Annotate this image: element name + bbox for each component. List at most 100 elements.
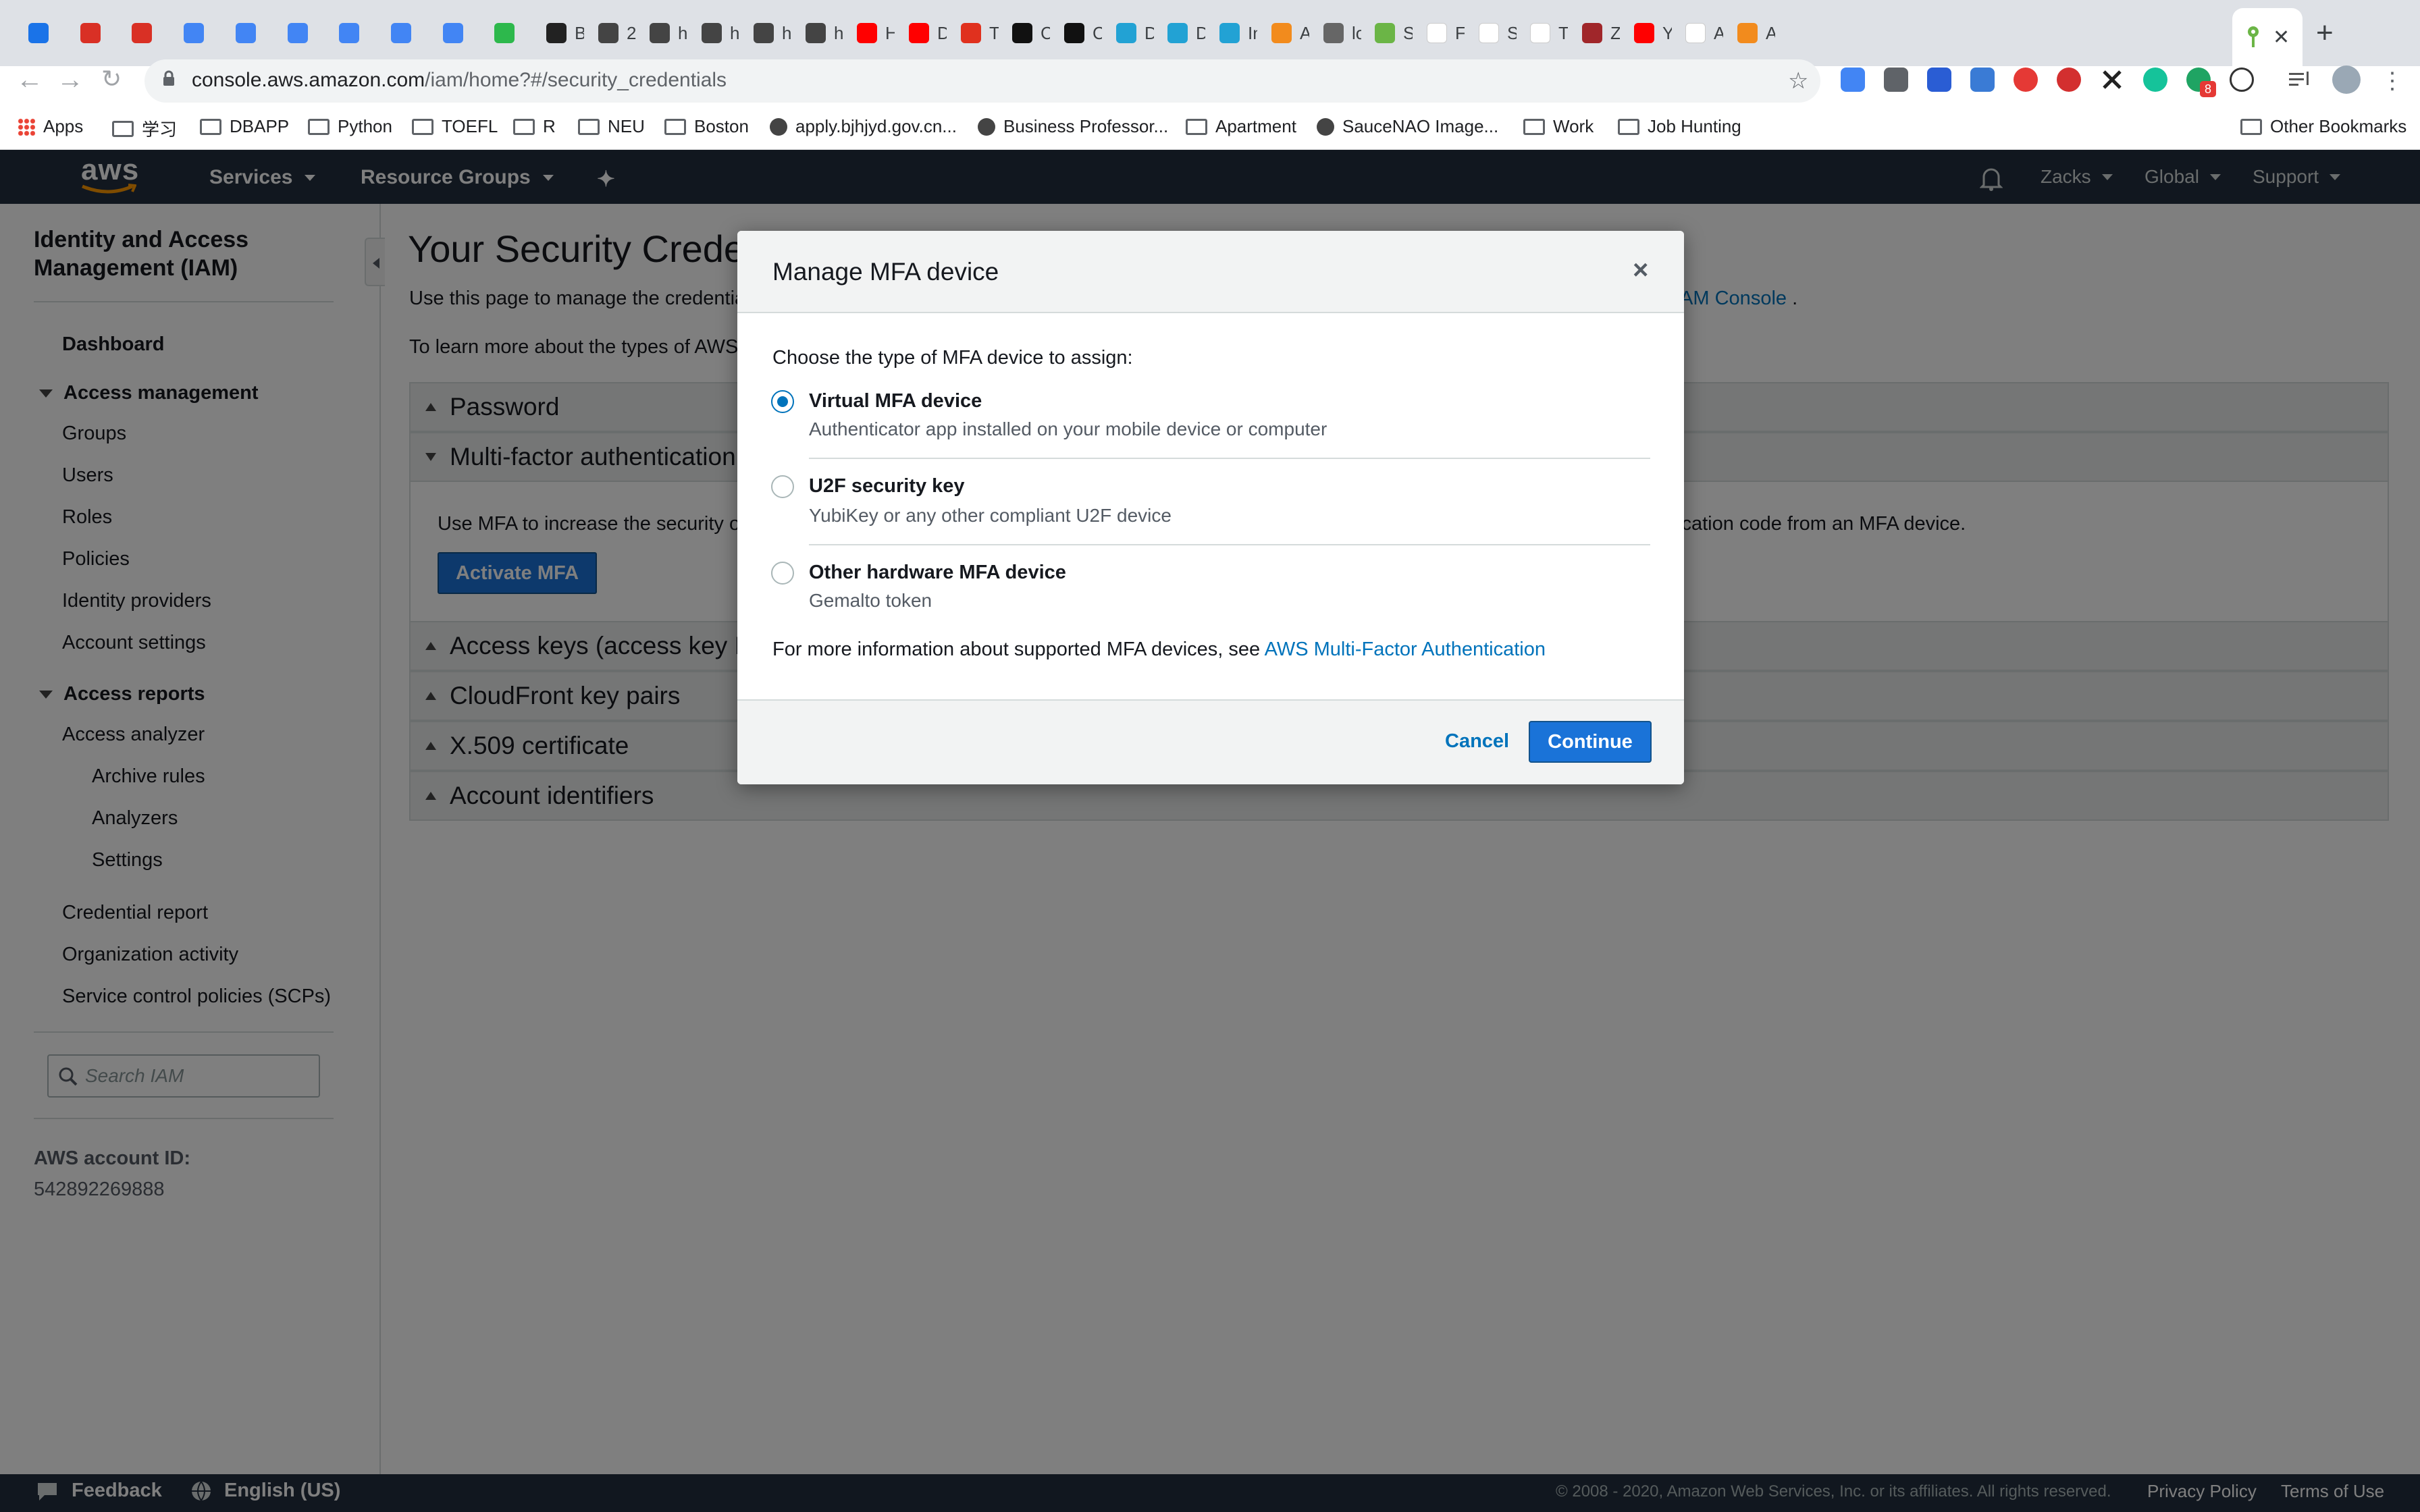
- bookmark-item[interactable]: Apartment: [1186, 116, 1296, 137]
- browser-tab[interactable]: Try: [951, 12, 999, 54]
- browser-tab[interactable]: htt: [640, 12, 687, 54]
- browser-tab[interactable]: Se: [1469, 12, 1517, 54]
- browser-tab[interactable]: SC: [1365, 12, 1413, 54]
- folder-icon: [308, 118, 330, 135]
- browser-tab[interactable]: Ar: [1676, 12, 1723, 54]
- tab-title: htt: [782, 22, 791, 43]
- adblock-extension-icon[interactable]: [2057, 68, 2081, 92]
- wikipedia-icon: [1427, 23, 1447, 43]
- browser-tab[interactable]: [174, 12, 221, 54]
- close-tab-icon[interactable]: ✕: [2273, 26, 2290, 49]
- browser-tab[interactable]: loc: [1314, 12, 1361, 54]
- bookmark-item[interactable]: Job Hunting: [1618, 116, 1741, 137]
- cancel-button[interactable]: Cancel: [1445, 730, 1509, 753]
- keep-extension-icon[interactable]: [1884, 68, 1908, 92]
- browser-tab[interactable]: Int: [1210, 12, 1257, 54]
- browser-tab[interactable]: Da: [1107, 12, 1154, 54]
- bookmark-star-icon[interactable]: ☆: [1788, 68, 1808, 94]
- translate-extension-icon[interactable]: [1841, 68, 1865, 92]
- url-text[interactable]: console.aws.amazon.com/iam/home?#/securi…: [192, 69, 727, 92]
- bookmark-item[interactable]: TOEFL: [412, 116, 498, 137]
- option-virtual-mfa-label[interactable]: Virtual MFA device: [809, 390, 982, 412]
- browser-tab[interactable]: [382, 12, 429, 54]
- power-extension-icon[interactable]: [2014, 68, 2038, 92]
- dialog-header: Manage MFA device ×: [737, 231, 1684, 313]
- browser-tab[interactable]: [226, 12, 273, 54]
- browser-tab[interactable]: Cl: [1003, 12, 1050, 54]
- profile-avatar[interactable]: [2332, 65, 2361, 94]
- browser-tab[interactable]: [71, 12, 118, 54]
- globe-icon: [806, 23, 826, 43]
- new-tab-button[interactable]: +: [2316, 16, 2334, 50]
- bookmark-item[interactable]: DBAPP: [200, 116, 289, 137]
- browser-tab[interactable]: [330, 12, 377, 54]
- sb-extension-icon[interactable]: [2230, 68, 2254, 92]
- bookmark-item[interactable]: 学习: [112, 116, 177, 141]
- forward-icon[interactable]: →: [57, 65, 84, 95]
- mfa-docs-link[interactable]: AWS Multi-Factor Authentication: [1265, 639, 1546, 660]
- browser-tab[interactable]: Yo: [1625, 12, 1672, 54]
- browser-tab[interactable]: htt: [744, 12, 791, 54]
- grammarly-extension-icon[interactable]: [2143, 68, 2167, 92]
- browser-tab[interactable]: Ho: [847, 12, 895, 54]
- browser-tab[interactable]: Bl: [537, 12, 584, 54]
- radio-u2f-key[interactable]: [771, 475, 794, 498]
- menu-kebab-icon[interactable]: ⋮: [2381, 68, 2404, 94]
- browser-tab[interactable]: Ar: [1728, 12, 1775, 54]
- media-control-icon[interactable]: [2288, 68, 2312, 92]
- browser-tab[interactable]: Fir: [1417, 12, 1465, 54]
- option-u2f-label[interactable]: U2F security key: [809, 475, 965, 497]
- bookmark-item[interactable]: Work: [1523, 116, 1594, 137]
- close-icon[interactable]: ×: [1633, 255, 1648, 286]
- bookmark-item[interactable]: R: [513, 116, 556, 137]
- browser-tab[interactable]: 20: [589, 12, 636, 54]
- browser-tab[interactable]: Do: [899, 12, 947, 54]
- gmail-icon: [80, 23, 101, 43]
- x-extension-icon[interactable]: [2100, 68, 2124, 92]
- saucenao-icon: [1317, 117, 1334, 136]
- browser-tab[interactable]: [433, 12, 481, 54]
- tab-active-aws-iam[interactable]: ✕: [2232, 8, 2303, 66]
- cube-icon: [1737, 23, 1758, 43]
- browser-tab[interactable]: [19, 12, 66, 54]
- tab-title: Yo: [1662, 22, 1672, 43]
- browser-tab[interactable]: Th: [1521, 12, 1568, 54]
- browser-tab[interactable]: [122, 12, 169, 54]
- bookmark-label: TOEFL: [442, 116, 498, 136]
- translate-icon: [339, 23, 359, 43]
- bookmark-item[interactable]: Boston: [664, 116, 749, 137]
- bookmark-label: 学习: [142, 119, 178, 140]
- bookmark-item[interactable]: apply.bjhjyd.gov.cn...: [770, 116, 957, 137]
- reload-icon[interactable]: ↻: [101, 65, 122, 93]
- browser-tab[interactable]: [485, 12, 532, 54]
- youtube-icon: [857, 23, 877, 43]
- browser-tab[interactable]: Za: [1573, 12, 1620, 54]
- tab-title: htt: [730, 22, 739, 43]
- tab-title: Co: [1093, 22, 1102, 43]
- browser-tab[interactable]: AV: [1262, 12, 1309, 54]
- notes-extension-icon[interactable]: [1970, 68, 1995, 92]
- other-bookmarks[interactable]: Other Bookmarks: [2240, 116, 2406, 137]
- browser-tab[interactable]: [278, 12, 325, 54]
- tab-title: Bl: [575, 22, 584, 43]
- translate-icon: [391, 23, 411, 43]
- tab-title: Se: [1507, 22, 1517, 43]
- bookmark-item[interactable]: Python: [308, 116, 392, 137]
- radio-hardware-mfa[interactable]: [771, 562, 794, 585]
- back-icon[interactable]: ←: [16, 65, 43, 95]
- continue-button[interactable]: Continue: [1529, 721, 1652, 763]
- tab-title: Ar: [1766, 22, 1775, 43]
- bookmark-item[interactable]: Business Professor...: [978, 116, 1168, 137]
- tab-title: Ho: [885, 22, 895, 43]
- browser-tab[interactable]: htt: [796, 12, 843, 54]
- save-extension-icon[interactable]: [1927, 68, 1951, 92]
- bookmark-item[interactable]: SauceNAO Image...: [1317, 116, 1498, 137]
- bookmark-item[interactable]: Apps: [18, 116, 83, 137]
- bookmark-label: NEU: [608, 116, 645, 136]
- radio-virtual-mfa[interactable]: [771, 390, 794, 413]
- bookmark-item[interactable]: NEU: [578, 116, 645, 137]
- browser-tab[interactable]: Co: [1055, 12, 1102, 54]
- option-hardware-label[interactable]: Other hardware MFA device: [809, 562, 1066, 584]
- browser-tab[interactable]: Da: [1158, 12, 1205, 54]
- browser-tab[interactable]: htt: [692, 12, 739, 54]
